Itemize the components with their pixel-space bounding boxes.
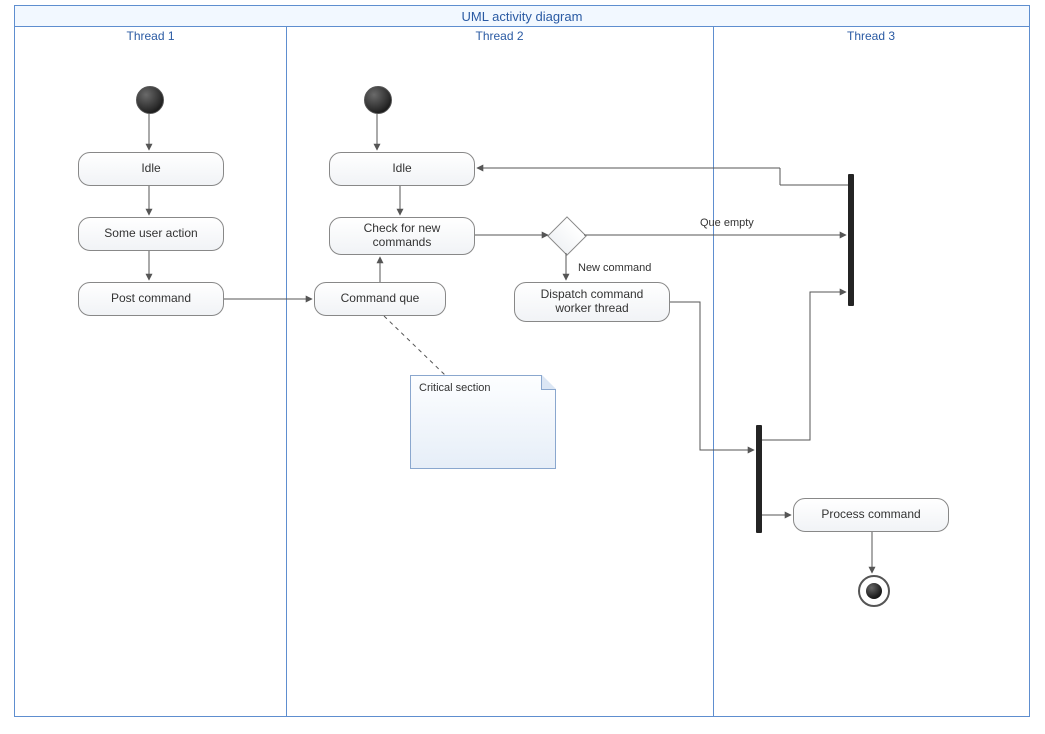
- swimlane-thread-3: Thread 3: [713, 27, 1030, 717]
- final-node-inner: [866, 583, 882, 599]
- activity-post-command-label: Post command: [111, 292, 191, 306]
- note-fold-icon: [541, 376, 555, 390]
- initial-node-thread-1: [136, 86, 164, 114]
- note-critical-section-label: Critical section: [419, 382, 491, 394]
- swimlane-thread-1: Thread 1: [14, 27, 287, 717]
- activity-idle-1-label: Idle: [141, 162, 160, 176]
- activity-process-command-label: Process command: [821, 508, 920, 522]
- activity-process-command: Process command: [793, 498, 949, 532]
- activity-command-que: Command que: [314, 282, 446, 316]
- final-node: [858, 575, 890, 607]
- join-bar: [848, 174, 854, 306]
- activity-idle-2-label: Idle: [392, 162, 411, 176]
- fork-bar: [756, 425, 762, 533]
- activity-user-action-label: Some user action: [104, 227, 197, 241]
- swimlane-label-1: Thread 1: [15, 29, 286, 43]
- activity-dispatch-command-label: Dispatch command worker thread: [521, 288, 663, 316]
- activity-command-que-label: Command que: [341, 292, 420, 306]
- diagram-title-text: UML activity diagram: [462, 9, 583, 24]
- uml-activity-diagram: UML activity diagram Thread 1 Thread 2 T…: [0, 0, 1045, 734]
- diagram-title: UML activity diagram: [14, 5, 1030, 27]
- swimlane-label-2: Thread 2: [286, 29, 713, 43]
- activity-check-commands-label: Check for new commands: [336, 222, 468, 250]
- edge-label-new-command: New command: [578, 262, 651, 274]
- swimlane-thread-2: Thread 2: [286, 27, 714, 717]
- swimlane-label-3: Thread 3: [713, 29, 1029, 43]
- activity-idle-1: Idle: [78, 152, 224, 186]
- activity-dispatch-command: Dispatch command worker thread: [514, 282, 670, 322]
- initial-node-thread-2: [364, 86, 392, 114]
- activity-idle-2: Idle: [329, 152, 475, 186]
- note-critical-section: Critical section: [410, 375, 556, 469]
- edge-label-que-empty: Que empty: [700, 217, 754, 229]
- activity-check-commands: Check for new commands: [329, 217, 475, 255]
- activity-user-action: Some user action: [78, 217, 224, 251]
- activity-post-command: Post command: [78, 282, 224, 316]
